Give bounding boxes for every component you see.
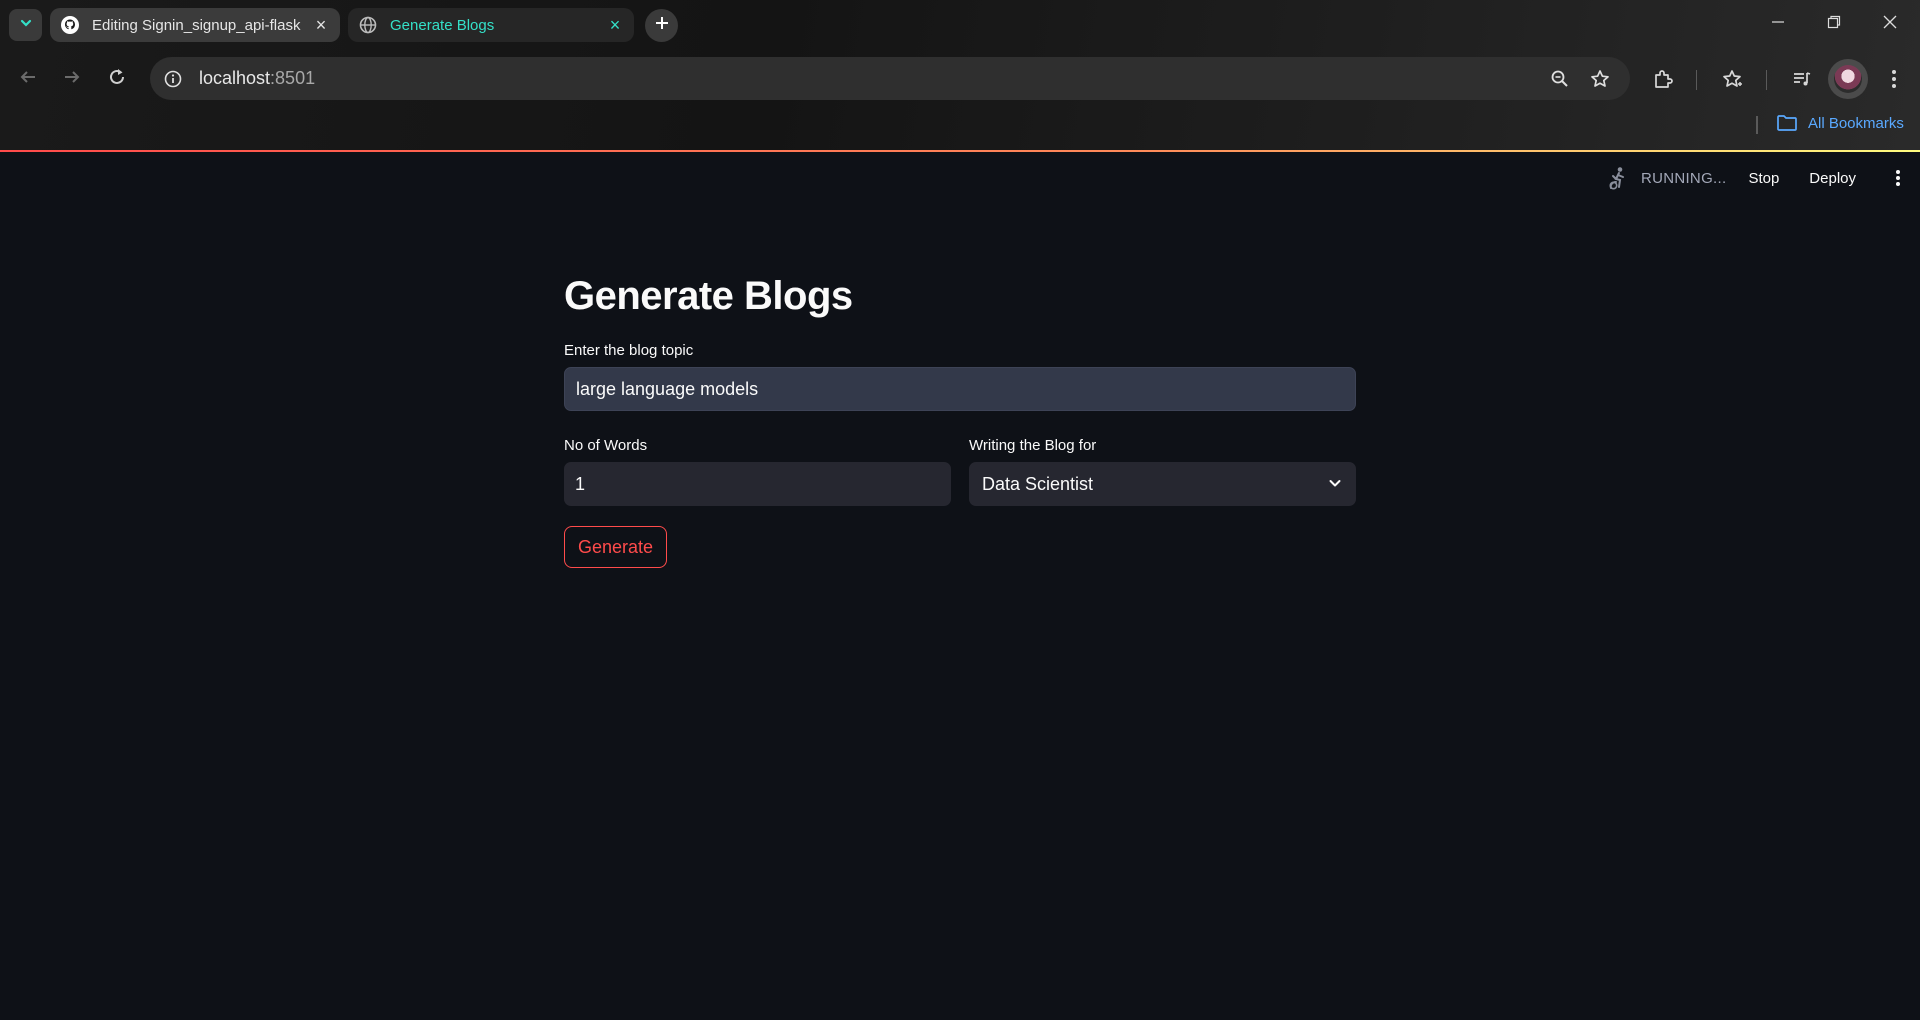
site-info-icon[interactable]	[159, 65, 187, 93]
deploy-button[interactable]: Deploy	[1809, 170, 1856, 187]
favorites-icon[interactable]	[1716, 63, 1748, 95]
audience-label: Writing the Blog for	[969, 437, 1097, 454]
tab-strip: Editing Signin_signup_api-flask × Genera…	[0, 0, 1920, 50]
running-status: RUNNING...	[1607, 166, 1727, 190]
more-vert-icon[interactable]	[1878, 63, 1910, 95]
all-bookmarks-button[interactable]: All Bookmarks	[1776, 114, 1904, 132]
tab-github[interactable]: Editing Signin_signup_api-flask ×	[50, 8, 340, 42]
generate-button[interactable]: Generate	[564, 526, 668, 568]
topic-label: Enter the blog topic	[564, 342, 694, 359]
words-input[interactable]: 1	[564, 462, 951, 506]
arrow-left-icon	[19, 68, 37, 91]
restore-icon	[1827, 15, 1841, 34]
close-icon[interactable]: ×	[312, 15, 330, 35]
extensions-icon[interactable]	[1647, 63, 1679, 95]
audience-select-group: Writing the Blog for Data Scientist	[969, 437, 1356, 506]
address-bar[interactable]: localhost:8501	[150, 57, 1630, 100]
minimize-icon	[1771, 15, 1785, 34]
all-bookmarks-label: All Bookmarks	[1808, 114, 1904, 132]
status-text: RUNNING...	[1640, 169, 1727, 187]
profile-avatar[interactable]	[1828, 59, 1868, 99]
bookmarks-bar: All Bookmarks	[0, 108, 1920, 142]
minimize-button[interactable]	[1750, 0, 1806, 48]
tab-title: Editing Signin_signup_api-flask	[92, 16, 301, 34]
tab-title: Generate Blogs	[390, 16, 495, 34]
browser-toolbar: localhost:8501	[0, 55, 1920, 103]
github-icon	[60, 15, 80, 35]
words-value: 1	[575, 473, 586, 494]
avatar-image	[1834, 65, 1862, 93]
page-title: Generate Blogs	[564, 274, 853, 318]
star-icon[interactable]	[1584, 63, 1616, 95]
app-header: RUNNING... Stop Deploy	[1607, 152, 1920, 204]
topic-input[interactable]: large language models	[564, 367, 1356, 411]
chevron-down-icon	[1328, 474, 1342, 495]
topic-value: large language models	[576, 378, 759, 399]
audience-selected: Data Scientist	[982, 473, 1094, 494]
words-input-group: No of Words 1	[564, 437, 951, 506]
main-menu-icon[interactable]	[1886, 169, 1910, 187]
tab-search-button[interactable]	[9, 9, 42, 41]
tab-generate-blogs[interactable]: Generate Blogs ×	[348, 8, 634, 42]
globe-icon	[358, 15, 378, 35]
topic-input-group: Enter the blog topic large language mode…	[564, 342, 1356, 411]
toolbar-divider	[1696, 70, 1697, 90]
forward-button[interactable]	[56, 63, 88, 95]
audience-select[interactable]: Data Scientist	[969, 462, 1356, 506]
new-tab-button[interactable]	[645, 9, 678, 42]
running-person-icon	[1607, 166, 1629, 190]
back-button[interactable]	[12, 63, 44, 95]
close-icon	[1883, 15, 1897, 34]
zoom-icon[interactable]	[1544, 63, 1576, 95]
media-controls-icon[interactable]	[1786, 63, 1818, 95]
plus-icon	[655, 16, 669, 35]
arrow-right-icon	[63, 68, 81, 91]
url-port: :8501	[270, 68, 316, 88]
options-row: No of Words 1 Writing the Blog for Data …	[564, 437, 1356, 506]
window-close-button[interactable]	[1862, 0, 1918, 48]
url-text: localhost:8501	[199, 68, 1544, 89]
streamlit-app: RUNNING... Stop Deploy Generate Blogs En…	[0, 152, 1920, 1020]
folder-icon	[1776, 114, 1798, 132]
stop-button[interactable]: Stop	[1748, 170, 1779, 187]
reload-icon	[108, 68, 126, 91]
url-host: localhost	[199, 68, 271, 88]
main-content: Generate Blogs Enter the blog topic larg…	[564, 272, 1356, 568]
close-icon[interactable]: ×	[606, 15, 624, 35]
restore-button[interactable]	[1806, 0, 1862, 48]
words-label: No of Words	[564, 437, 648, 454]
chevron-down-icon	[19, 16, 33, 35]
toolbar-divider	[1766, 70, 1767, 90]
browser-chrome: Editing Signin_signup_api-flask × Genera…	[0, 0, 1920, 152]
reload-button[interactable]	[101, 63, 133, 95]
bookmarks-divider	[1756, 116, 1758, 134]
